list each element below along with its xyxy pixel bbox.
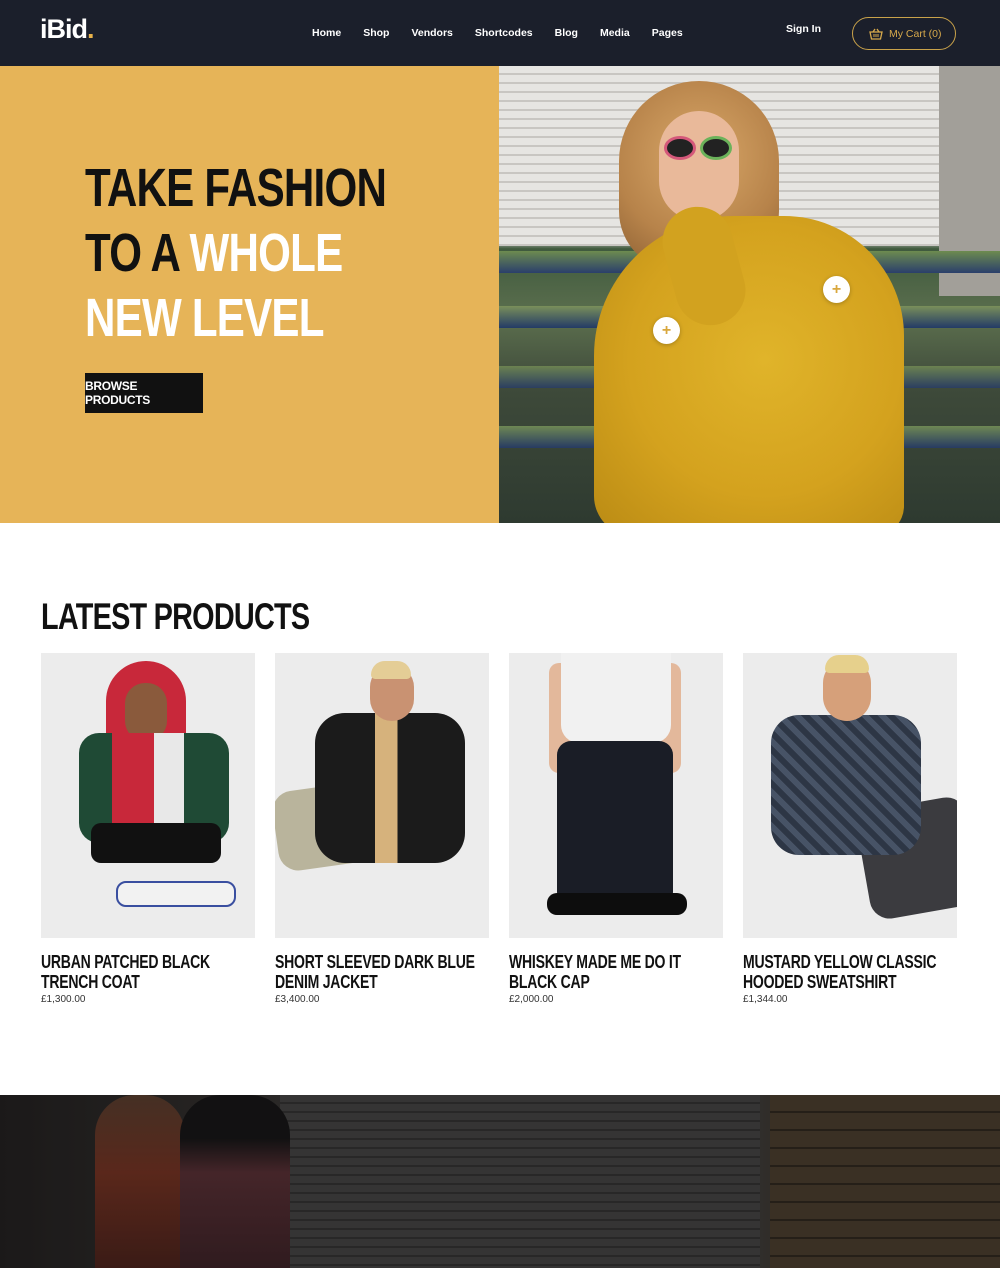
product-card[interactable]: MUSTARD YELLOW CLASSIC HOODED SWEATSHIRT… [743, 653, 957, 1005]
product-name[interactable]: SHORT SLEEVED DARK BLUE DENIM JACKET [275, 952, 489, 992]
browse-products-button[interactable]: BROWSE PRODUCTS [85, 373, 203, 413]
hero-title-line3: NEW LEVEL [85, 288, 324, 348]
logo[interactable]: iBid. [40, 14, 94, 45]
model-dress [594, 216, 904, 523]
nav-shortcodes[interactable]: Shortcodes [475, 27, 533, 39]
model-sunglasses [664, 136, 734, 160]
product-figure [557, 741, 673, 906]
hero-image: + + [499, 66, 1000, 523]
hero-title-line1: TAKE FASHION [85, 158, 387, 218]
product-figure [116, 881, 236, 907]
hero-title: TAKE FASHION TO A WHOLE NEW LEVEL [85, 156, 413, 351]
product-card[interactable]: WHISKEY MADE ME DO IT BLACK CAP £2,000.0… [509, 653, 723, 1005]
product-price: £1,300.00 [41, 994, 86, 1005]
product-card[interactable]: URBAN PATCHED BLACK TRENCH COAT £1,300.0… [41, 653, 255, 1005]
cart-label: My Cart (0) [889, 27, 942, 40]
nav-home[interactable]: Home [312, 27, 341, 39]
main-nav: Home Shop Vendors Shortcodes Blog Media … [312, 27, 705, 39]
product-figure [825, 655, 869, 673]
product-image[interactable] [509, 653, 723, 938]
nav-media[interactable]: Media [600, 27, 630, 39]
product-price: £1,344.00 [743, 994, 788, 1005]
nav-vendors[interactable]: Vendors [411, 27, 452, 39]
product-figure [91, 823, 221, 863]
product-image[interactable] [743, 653, 957, 938]
hero-text-panel: TAKE FASHION TO A WHOLE NEW LEVEL BROWSE… [0, 66, 499, 523]
product-name[interactable]: WHISKEY MADE ME DO IT BLACK CAP [509, 952, 723, 992]
product-price: £2,000.00 [509, 994, 554, 1005]
hero-title-line2-dark: TO A [85, 223, 179, 283]
banner-overlay [0, 1095, 1000, 1268]
hotspot-plus-icon[interactable]: + [823, 276, 850, 303]
nav-shop[interactable]: Shop [363, 27, 389, 39]
cart-button[interactable]: My Cart (0) [852, 17, 956, 50]
site-header: iBid. Home Shop Vendors Shortcodes Blog … [0, 0, 1000, 66]
sign-in-link[interactable]: Sign In [786, 23, 821, 35]
product-image[interactable] [275, 653, 489, 938]
product-figure [371, 661, 411, 679]
latest-products-title: LATEST PRODUCTS [41, 596, 310, 637]
product-figure [315, 713, 465, 863]
product-image[interactable] [41, 653, 255, 938]
product-card[interactable]: SHORT SLEEVED DARK BLUE DENIM JACKET £3,… [275, 653, 489, 1005]
basket-icon [869, 28, 883, 40]
product-name[interactable]: MUSTARD YELLOW CLASSIC HOODED SWEATSHIRT [743, 952, 957, 992]
product-price: £3,400.00 [275, 994, 320, 1005]
nav-pages[interactable]: Pages [652, 27, 683, 39]
product-figure [771, 715, 921, 855]
product-name[interactable]: URBAN PATCHED BLACK TRENCH COAT [41, 952, 255, 992]
model-face [659, 111, 739, 221]
product-figure [547, 893, 687, 915]
product-figure [561, 653, 671, 743]
nav-blog[interactable]: Blog [555, 27, 578, 39]
hotspot-plus-icon[interactable]: + [653, 317, 680, 344]
hero-title-line2-light: WHOLE [189, 223, 344, 283]
bottom-banner-image [0, 1095, 1000, 1268]
